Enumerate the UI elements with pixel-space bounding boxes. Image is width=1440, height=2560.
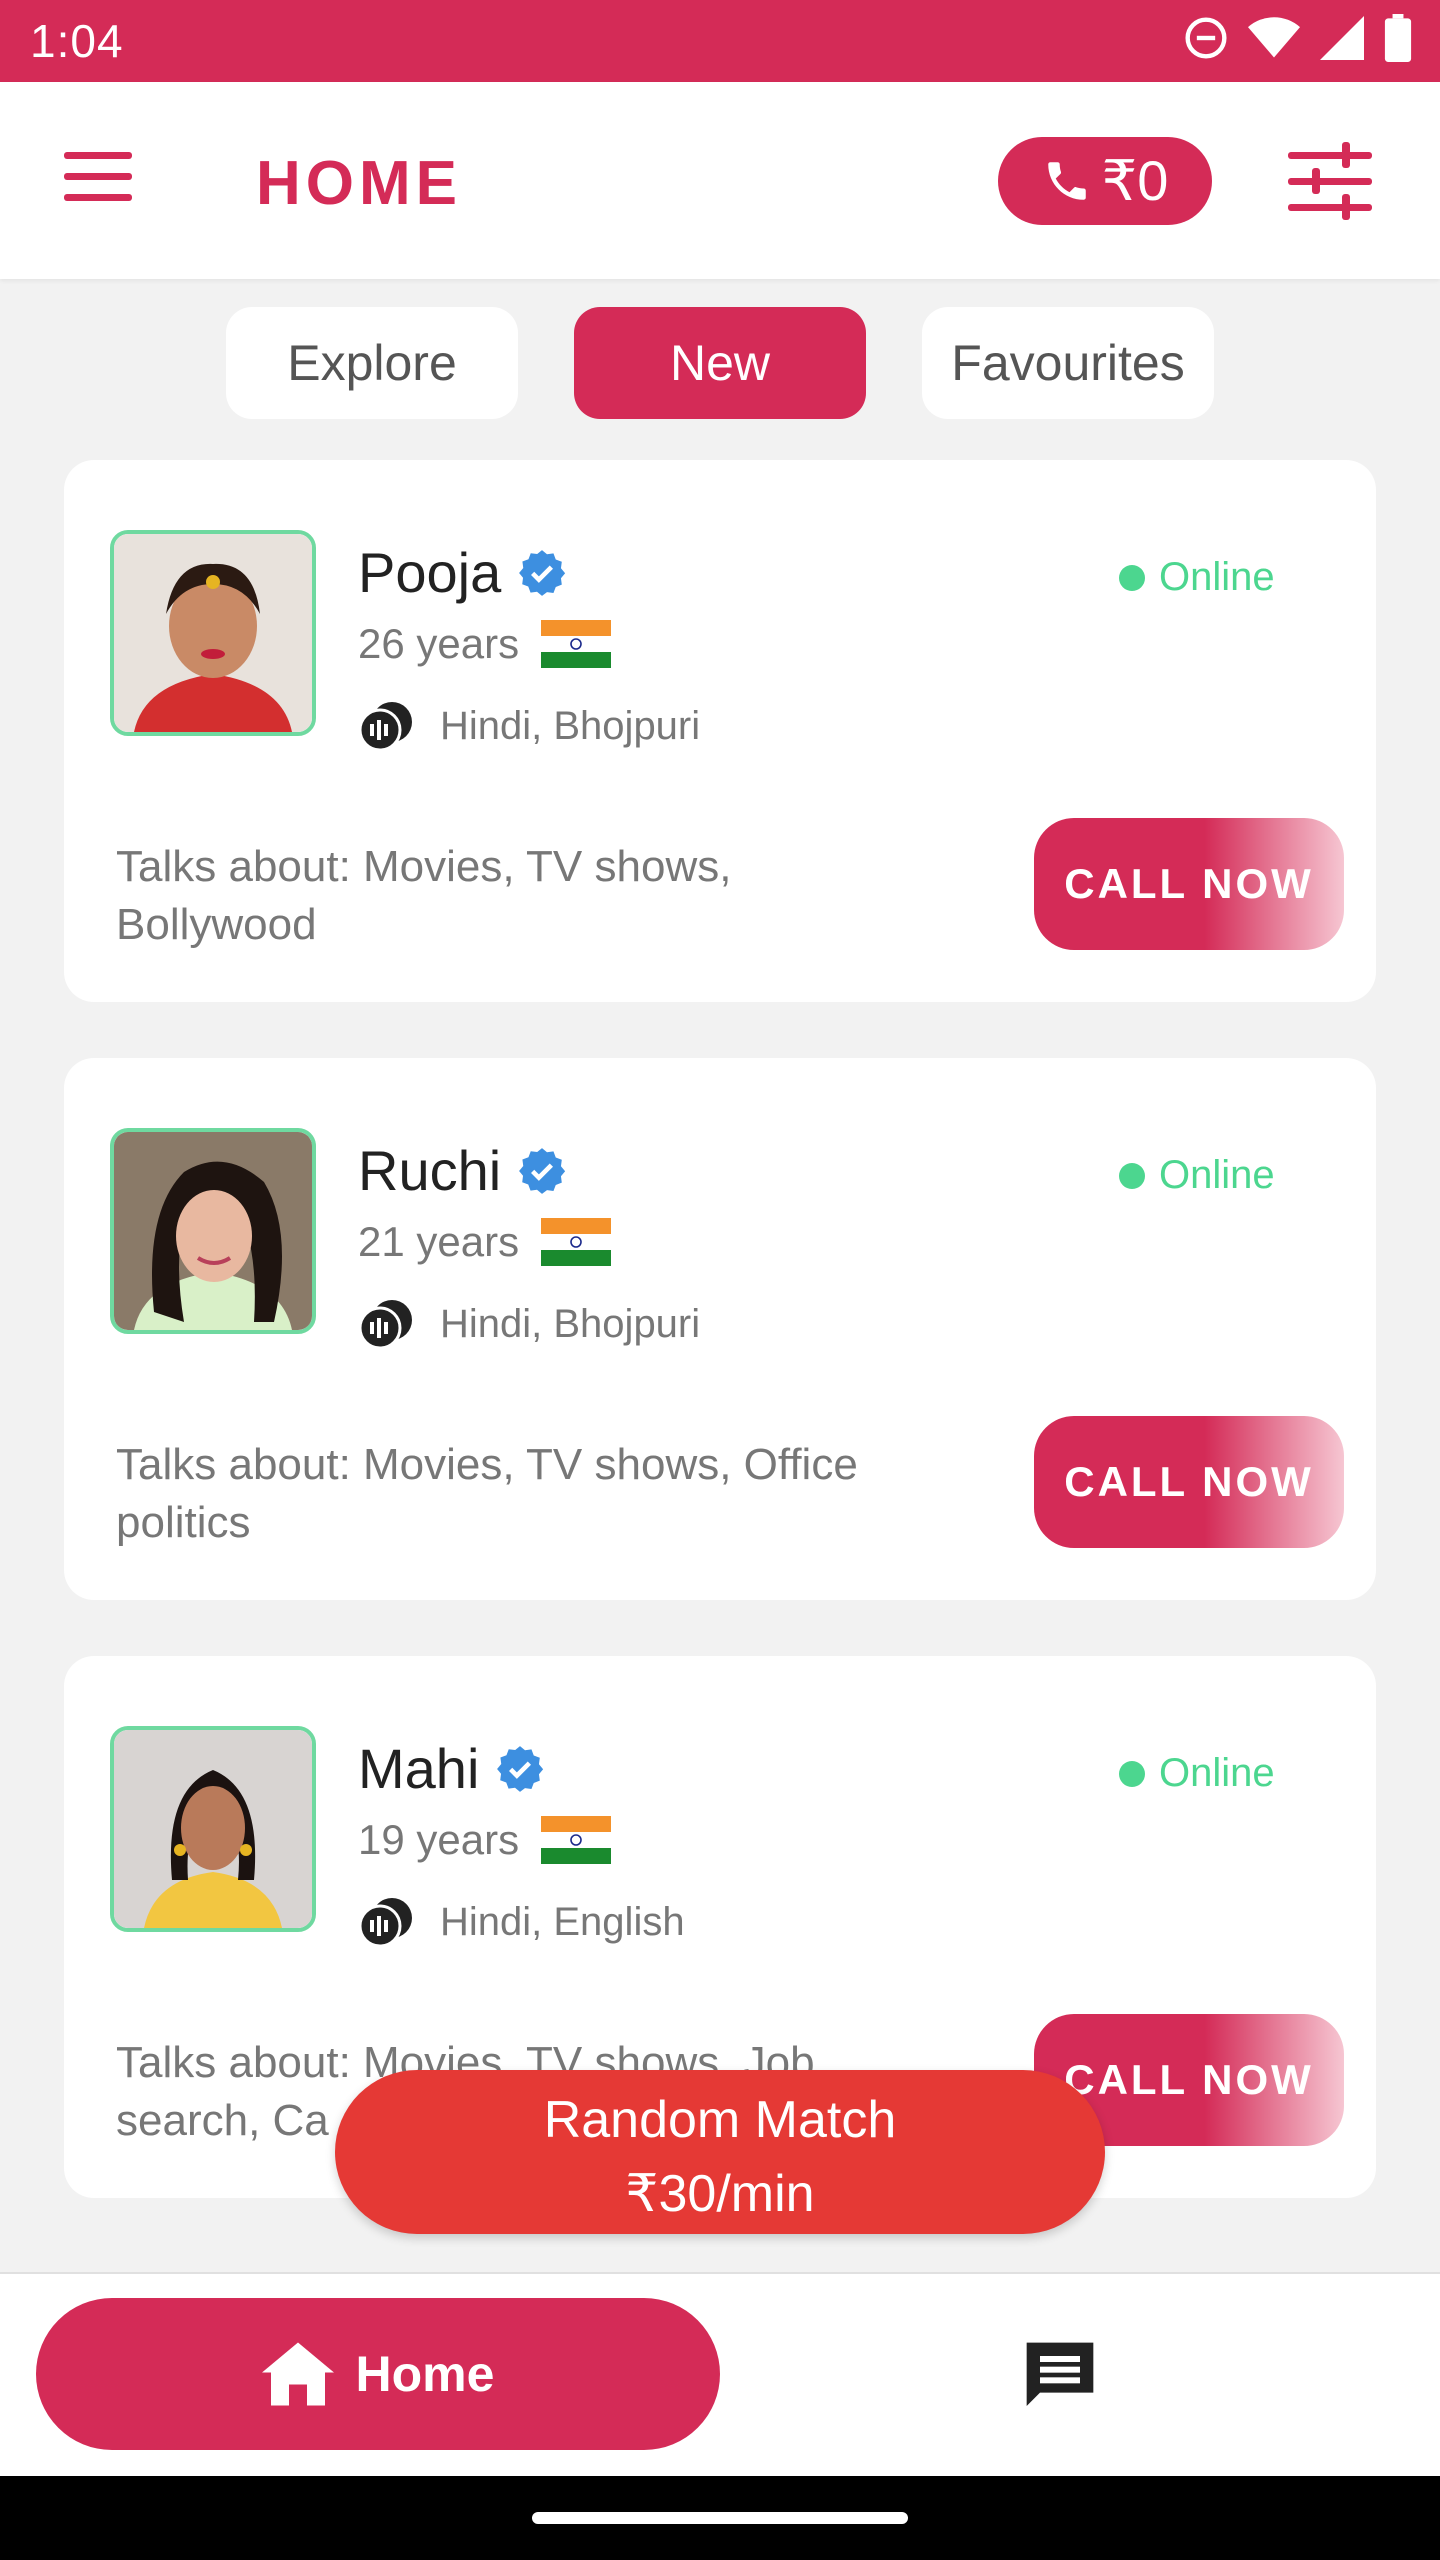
random-match-button[interactable]: Random Match ₹30/min [335,2070,1105,2234]
name-row: Pooja [358,540,567,605]
voice-chat-icon [358,1300,412,1350]
page-title: HOME [256,149,462,218]
name-row: Mahi [358,1736,545,1801]
age-row: 26 years [358,620,612,668]
app-bar: HOME ₹0 [0,82,1440,279]
profile-age: 19 years [358,1816,520,1863]
nav-home[interactable]: Home [36,2298,720,2450]
menu-icon[interactable] [64,152,132,208]
bottom-nav: Home [0,2272,1440,2478]
online-status: Online [1119,1751,1275,1796]
india-flag-icon [541,620,612,668]
home-icon [261,2342,334,2406]
name-row: Ruchi [358,1138,567,1203]
age-row: 21 years [358,1218,612,1266]
profile-name: Ruchi [358,1139,502,1202]
gesture-handle[interactable] [532,2512,908,2524]
wifi-icon [1248,17,1300,58]
voice-chat-icon [358,702,412,752]
call-now-button[interactable]: CALL NOW [1034,818,1344,950]
language-row: Hindi, English [358,1896,685,1948]
battery-icon [1384,14,1412,62]
system-nav-bar [0,2476,1440,2560]
online-dot [1119,1162,1145,1189]
voice-chat-icon [358,1898,412,1948]
verified-icon [497,1745,544,1792]
random-match-label: Random Match [543,2091,897,2149]
wallet-balance: ₹0 [1101,149,1169,212]
status-label: Online [1159,1751,1275,1795]
online-dot [1119,564,1145,591]
profile-card[interactable]: Ruchi 21 years Hindi, Bhojpuri Online Ta… [64,1058,1376,1600]
profile-languages: Hindi, Bhojpuri [440,1301,701,1346]
status-label: Online [1159,555,1275,599]
status-bar: 1:04 [0,0,1440,82]
online-status: Online [1119,1153,1275,1198]
signal-icon [1320,16,1364,60]
status-icons [1184,14,1412,62]
avatar[interactable] [110,1726,316,1932]
status-label: Online [1159,1153,1275,1197]
language-row: Hindi, Bhojpuri [358,1298,700,1350]
filter-icon[interactable] [1288,142,1372,220]
chat-icon[interactable] [1020,2336,1100,2416]
age-row: 19 years [358,1816,612,1864]
language-row: Hindi, Bhojpuri [358,700,700,752]
profile-name: Mahi [358,1737,480,1800]
profile-languages: Hindi, Bhojpuri [440,703,701,748]
profile-age: 21 years [358,1218,520,1265]
call-now-button[interactable]: CALL NOW [1034,1416,1344,1548]
random-match-price: ₹30/min [625,2165,815,2223]
talks-about: Talks about: Movies, TV shows, Bollywood [116,842,732,949]
profile-age: 26 years [358,620,520,667]
verified-icon [519,1147,566,1194]
status-time: 1:04 [30,15,124,67]
online-status: Online [1119,555,1275,600]
tab-explore[interactable]: Explore [226,307,518,419]
nav-home-label: Home [355,2346,495,2402]
dnd-icon [1185,17,1227,59]
talks-about: Talks about: Movies, TV shows, Office po… [116,1440,858,1547]
wallet-button[interactable]: ₹0 [998,137,1212,225]
online-dot [1119,1760,1145,1787]
tab-bar: Explore New Favourites [0,307,1440,419]
avatar[interactable] [110,1128,316,1334]
phone-icon [1047,162,1086,200]
profile-languages: Hindi, English [440,1899,685,1944]
avatar[interactable] [110,530,316,736]
verified-icon [519,549,566,596]
tab-new[interactable]: New [574,307,866,419]
india-flag-icon [541,1816,612,1864]
india-flag-icon [541,1218,612,1266]
tab-favourites[interactable]: Favourites [922,307,1214,419]
profile-card[interactable]: Pooja 26 years Hindi, Bhojpuri Online Ta… [64,460,1376,1002]
profile-name: Pooja [358,541,502,604]
